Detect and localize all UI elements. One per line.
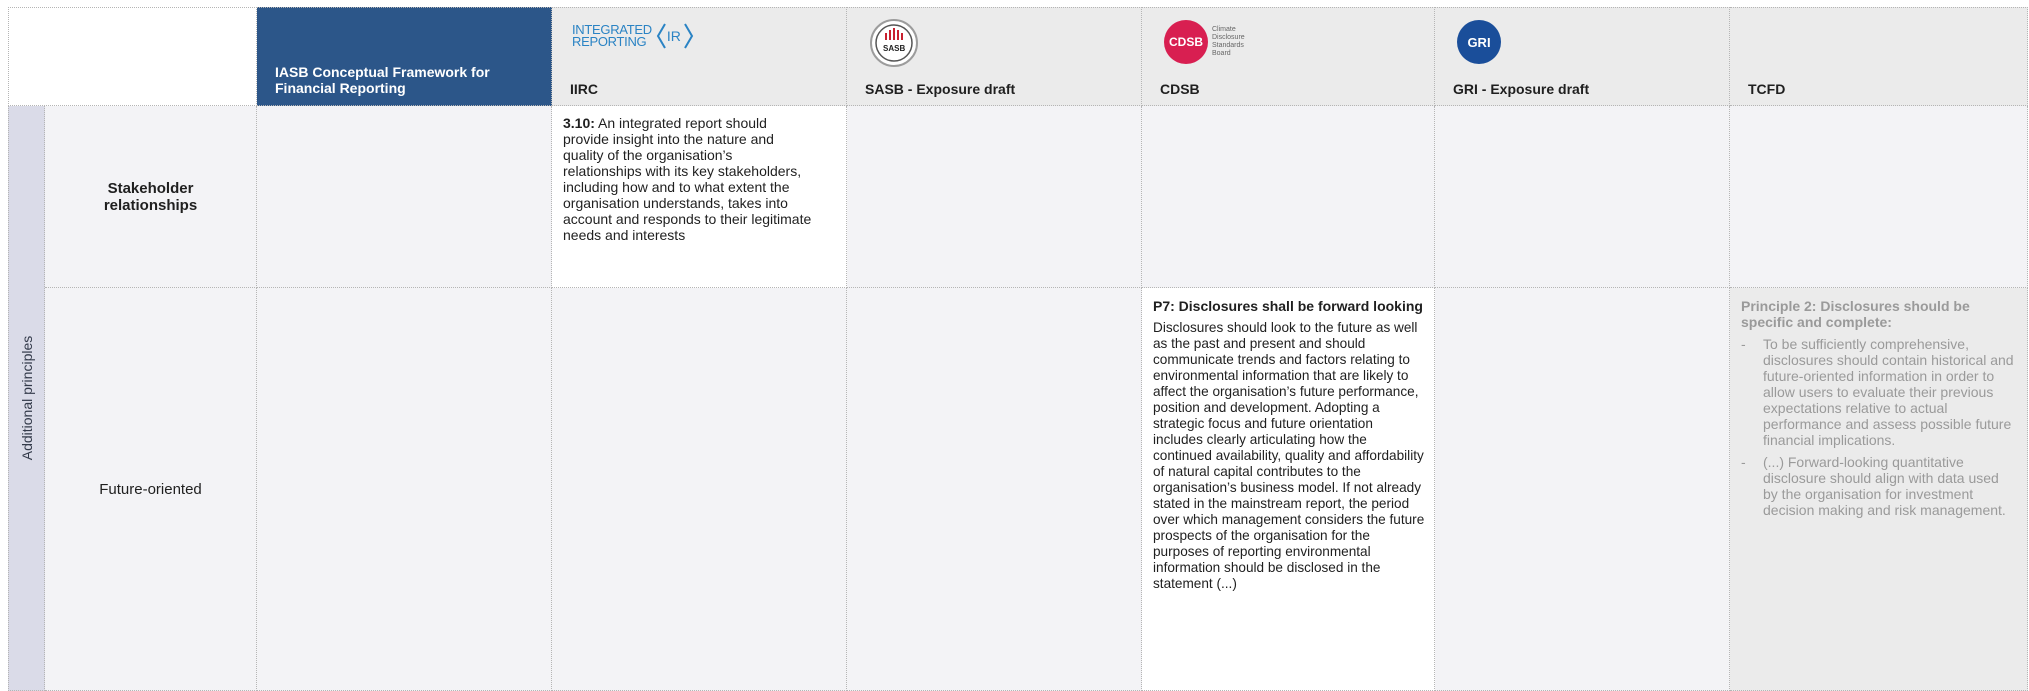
header-iirc: INTEGRATED REPORTING IR IIRC <box>552 7 847 106</box>
gri-logo-mark: GRI <box>1457 20 1501 64</box>
cell-stakeholder-gri <box>1435 106 1730 288</box>
sasb-logo: SASB <box>869 18 919 73</box>
cell-future-sasb <box>847 288 1142 691</box>
tcfd-principle-title: Principle 2: Disclosures should be speci… <box>1741 298 1970 330</box>
cell-text: P7: Disclosures shall be forward looking… <box>1142 288 1434 592</box>
cdsb-word: Climate <box>1212 26 1236 33</box>
tcfd-bullet-text: To be sufficiently comprehensive, disclo… <box>1763 336 2014 448</box>
cell-future-gri <box>1435 288 1730 691</box>
cdsb-word: Standards <box>1212 42 1244 49</box>
cdsb-logo: CDSB Climate Disclosure Standards Board <box>1164 20 1245 64</box>
cdsb-word: Board <box>1212 50 1231 57</box>
row-label-text: Future-oriented <box>99 480 202 498</box>
cell-stakeholder-tcfd <box>1730 106 2028 288</box>
header-gri-title: GRI - Exposure draft <box>1453 81 1590 97</box>
row-label-text: Stakeholder relationships <box>103 179 198 214</box>
gri-logo: GRI <box>1457 20 1501 64</box>
cdsb-logo-mark: CDSB <box>1164 20 1208 64</box>
cell-future-iasb <box>257 288 552 691</box>
iirc-ref: 3.10: <box>563 115 595 131</box>
header-cdsb: CDSB Climate Disclosure Standards Board … <box>1142 7 1435 106</box>
row-label-future: Future-oriented <box>45 288 257 691</box>
list-item: - To be sufficiently comprehensive, disc… <box>1741 336 2017 448</box>
ir-mark-icon: IR <box>656 22 694 50</box>
iirc-logo-mark: IR <box>666 28 681 44</box>
header-tcfd-title: TCFD <box>1748 81 1786 97</box>
sidebar-label: Additional principles <box>18 335 35 461</box>
cdsb-word: Disclosure <box>1212 34 1245 41</box>
cell-stakeholder-iirc: 3.10: An integrated report should provid… <box>552 106 847 288</box>
header-sasb-title: SASB - Exposure draft <box>865 81 1016 97</box>
cdsb-logo-words: Climate Disclosure Standards Board <box>1212 26 1245 58</box>
sasb-seal-icon <box>870 19 918 67</box>
header-gri: GRI GRI - Exposure draft <box>1435 7 1730 106</box>
iirc-text: An integrated report should provide insi… <box>563 115 812 243</box>
row-label-stakeholder: Stakeholder relationships <box>45 106 257 288</box>
iirc-logo: INTEGRATED REPORTING IR <box>572 22 694 50</box>
bullet-dash: - <box>1741 336 1746 352</box>
cell-text: Principle 2: Disclosures should be speci… <box>1730 288 2027 518</box>
header-sasb: SASB SASB - Exposure draft <box>847 7 1142 106</box>
header-cdsb-title: CDSB <box>1160 81 1200 97</box>
cell-stakeholder-iasb <box>257 106 552 288</box>
tcfd-bullet-text: (...) Forward-looking quantitative discl… <box>1763 454 2006 518</box>
cdsb-principle-text: Disclosures should look to the future as… <box>1153 320 1425 591</box>
cell-future-tcfd: Principle 2: Disclosures should be speci… <box>1730 288 2028 691</box>
header-corner <box>8 7 257 106</box>
header-tcfd: TCFD <box>1730 7 2028 106</box>
comparison-table: IASB Conceptual Framework for Financial … <box>8 7 2029 691</box>
cell-future-iirc <box>552 288 847 691</box>
sasb-logo-text: SASB <box>883 44 906 53</box>
cell-stakeholder-cdsb <box>1142 106 1435 288</box>
iirc-logo-line2: REPORTING <box>572 34 647 49</box>
list-item: - (...) Forward-looking quantitative dis… <box>1741 454 2017 518</box>
bullet-dash: - <box>1741 454 1746 470</box>
header-iasb-title: IASB Conceptual Framework for Financial … <box>275 64 490 96</box>
cell-stakeholder-sasb <box>847 106 1142 288</box>
header-iirc-title: IIRC <box>570 81 598 97</box>
cdsb-principle-title: P7: Disclosures shall be forward looking <box>1153 298 1423 314</box>
cell-future-cdsb: P7: Disclosures shall be forward looking… <box>1142 288 1435 691</box>
sidebar-additional-principles: Additional principles <box>8 106 45 691</box>
cell-text: 3.10: An integrated report should provid… <box>552 106 823 243</box>
header-iasb: IASB Conceptual Framework for Financial … <box>257 7 552 106</box>
